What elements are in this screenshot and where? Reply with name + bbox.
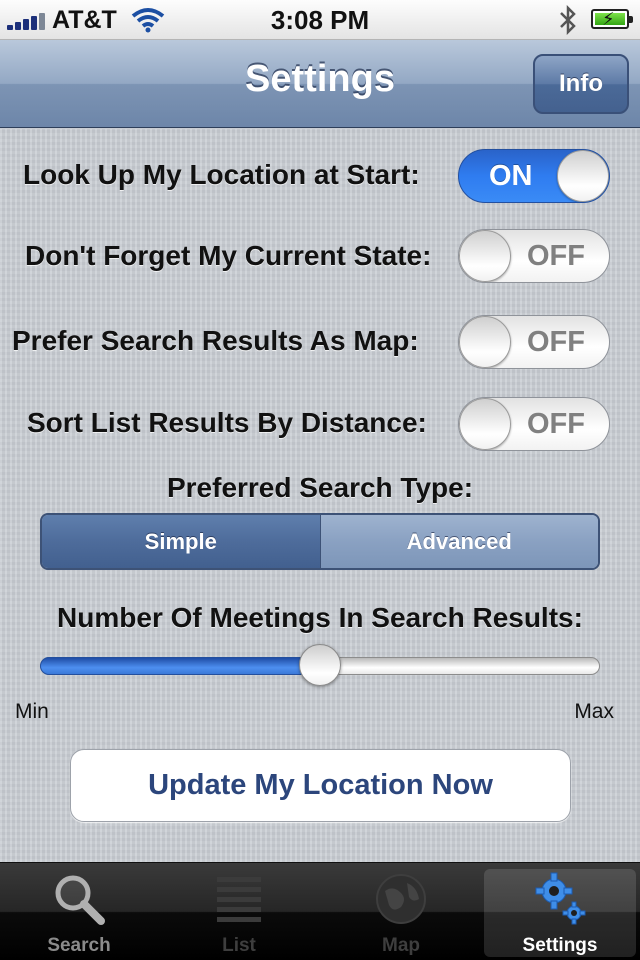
tab-search[interactable]: Search	[3, 863, 155, 960]
bluetooth-icon	[560, 5, 576, 35]
slider-min-label: Min	[15, 700, 49, 723]
toggle-knob	[459, 316, 511, 368]
search-type-segmented-control: Simple Advanced	[40, 513, 600, 570]
slider-filled-track	[40, 657, 320, 675]
tab-list[interactable]: List	[163, 863, 315, 960]
lookup-location-toggle[interactable]: ON	[458, 149, 610, 203]
toggle-label-prefer-map: Prefer Search Results As Map:	[12, 325, 419, 356]
info-button[interactable]: Info	[533, 54, 629, 114]
prefer-map-toggle[interactable]: OFF	[458, 315, 610, 369]
toggle-knob	[557, 150, 609, 202]
segment-simple[interactable]: Simple	[42, 515, 321, 568]
navigation-bar: Settings Info	[0, 40, 640, 128]
remember-state-toggle[interactable]: OFF	[458, 229, 610, 283]
toggle-knob	[459, 230, 511, 282]
segment-advanced[interactable]: Advanced	[320, 515, 598, 568]
status-bar: AT&T 3:08 PM ⚡	[0, 0, 640, 40]
tab-map[interactable]: Map	[325, 863, 477, 960]
toggle-state-text: OFF	[527, 326, 585, 358]
tab-label: List	[222, 935, 256, 956]
meetings-count-slider[interactable]	[40, 644, 600, 686]
search-type-label: Preferred Search Type:	[166, 472, 474, 503]
toggle-label-sort-distance: Sort List Results By Distance:	[27, 407, 427, 438]
settings-panel: Look Up My Location at Start: ON Don't F…	[0, 129, 640, 862]
toggle-knob	[459, 398, 511, 450]
update-location-button[interactable]: Update My Location Now	[70, 749, 571, 822]
tab-settings[interactable]: Settings	[484, 869, 636, 957]
toggle-state-text: OFF	[527, 408, 585, 440]
list-icon	[217, 877, 261, 922]
tab-label: Search	[47, 935, 111, 956]
toggle-label-lookup-location: Look Up My Location at Start:	[23, 159, 420, 190]
slider-max-label: Max	[574, 700, 614, 723]
slider-thumb[interactable]	[299, 644, 341, 686]
toggle-state-text: ON	[489, 160, 533, 192]
tab-bar: Search List Map Settings	[0, 862, 640, 960]
globe-icon	[376, 874, 426, 924]
toggle-state-text: OFF	[527, 240, 585, 272]
sort-distance-toggle[interactable]: OFF	[458, 397, 610, 451]
status-time: 3:08 PM	[270, 5, 370, 35]
magnifying-glass-icon	[55, 875, 105, 925]
tab-label: Settings	[522, 935, 598, 956]
tab-label: Map	[382, 935, 420, 956]
gears-icon	[535, 872, 586, 925]
meetings-count-label: Number Of Meetings In Search Results:	[57, 602, 583, 633]
battery-charging-icon: ⚡	[591, 9, 633, 29]
toggle-label-remember-state: Don't Forget My Current State:	[25, 240, 432, 271]
